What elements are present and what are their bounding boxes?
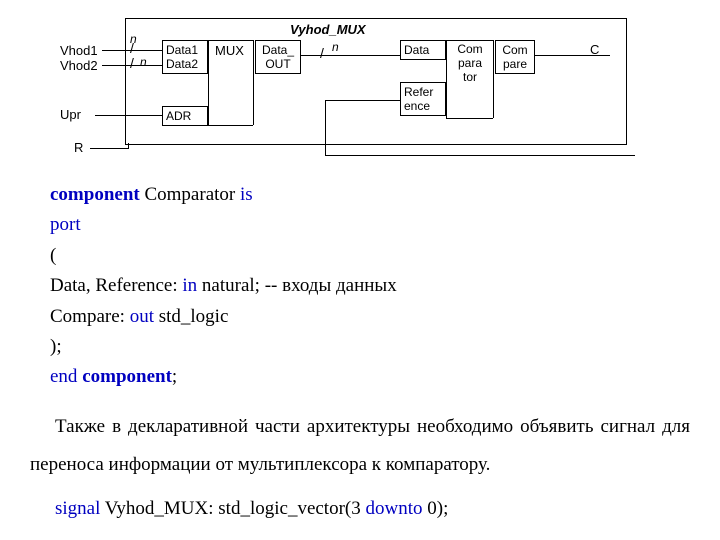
code-line-4: Data, Reference: in natural; -- входы да… — [50, 271, 690, 301]
kw-end: end — [50, 366, 77, 387]
comp-out: Com pare — [495, 40, 535, 74]
kw-downto: downto — [366, 498, 423, 519]
bus-slash: / — [320, 45, 324, 61]
label-r: R — [74, 140, 83, 155]
kw-out: out — [130, 306, 154, 327]
mux-adr: ADR — [162, 106, 208, 126]
label-vhod1: Vhod1 — [60, 43, 98, 58]
label-upr: Upr — [60, 107, 81, 122]
diagram-title: Vyhod_MUX — [290, 22, 366, 37]
code-line-3: ( — [50, 241, 690, 271]
mux-name: MUX — [215, 43, 244, 58]
mux-body-top — [208, 40, 253, 41]
comp-body-top — [446, 40, 493, 41]
code-line-6: ); — [50, 332, 690, 362]
n-label: n — [140, 55, 147, 69]
mux-data-ports: Data1 Data2 — [162, 40, 208, 74]
comp-body-left — [446, 40, 447, 118]
comp-ref: Refer ence — [400, 82, 446, 116]
paragraph-1: Также в декларативной части архитектуры … — [30, 408, 690, 484]
n-label: n — [130, 32, 137, 46]
code-line-2: port — [50, 210, 690, 240]
comp-data: Data — [400, 40, 446, 60]
code-line-7: end component; — [50, 362, 690, 392]
n-label: n — [332, 40, 339, 54]
bus-slash: / — [130, 55, 134, 71]
wire — [325, 155, 635, 156]
comp-body-bot — [446, 118, 493, 119]
mux-out: Data_ OUT — [255, 40, 301, 74]
comp-body-right — [493, 40, 494, 118]
kw-component2: component — [82, 366, 172, 387]
label-c: C — [590, 42, 599, 57]
vhdl-code: component Comparator is port ( Data, Ref… — [50, 180, 690, 393]
kw-is: is — [240, 184, 253, 205]
mux-body-right — [253, 40, 254, 125]
mux-body-left — [208, 40, 209, 125]
code-line-5: Compare: out std_logic — [50, 302, 690, 332]
wire — [325, 100, 326, 155]
wire — [300, 55, 400, 56]
kw-in: in — [182, 275, 197, 296]
mux-d2: Data2 — [166, 57, 204, 71]
kw-component: component — [50, 184, 140, 205]
wire — [95, 115, 162, 116]
comp-name: Com para tor — [452, 40, 488, 86]
wire — [325, 100, 400, 101]
wire — [90, 148, 128, 149]
wire — [128, 143, 129, 149]
mux-d1: Data1 — [166, 43, 204, 57]
block-diagram: Vyhod_MUX Vhod1 Vhod2 Upr R / / n n Data… — [60, 10, 620, 160]
code-line-1: component Comparator is — [50, 180, 690, 210]
kw-signal: signal — [55, 498, 100, 519]
label-vhod2: Vhod2 — [60, 58, 98, 73]
signal-declaration: signal Vyhod_MUX: std_logic_vector(3 dow… — [55, 494, 690, 524]
mux-body-bot — [208, 125, 253, 126]
